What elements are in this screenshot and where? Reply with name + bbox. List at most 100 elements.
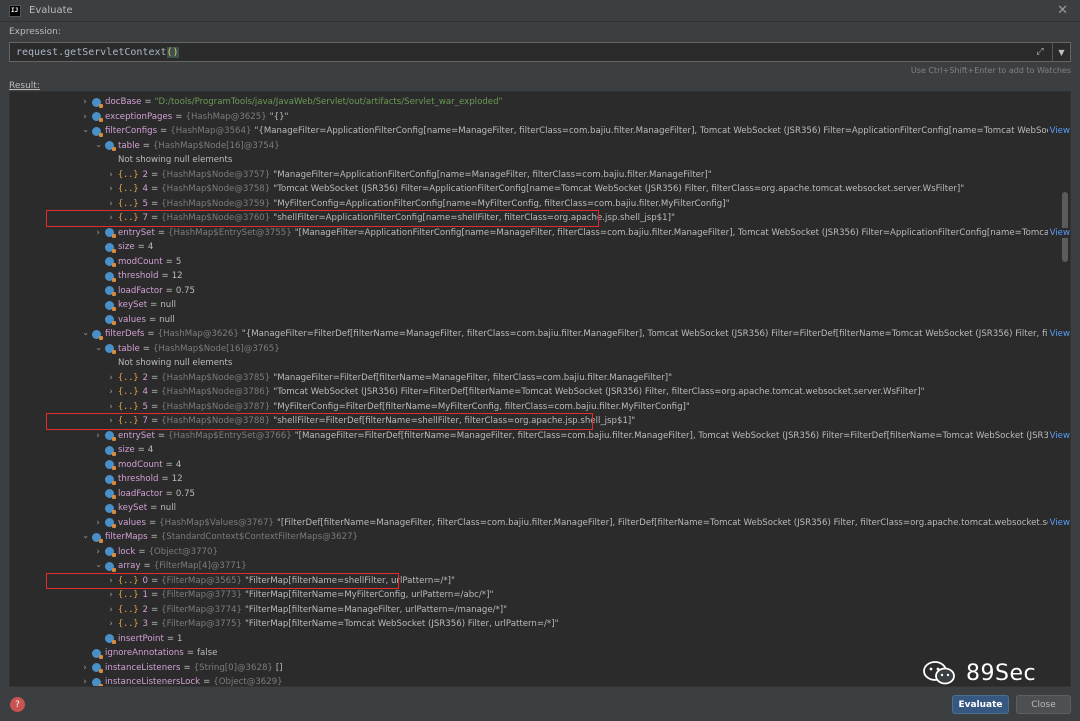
tree-node-type: {Object@3629} bbox=[213, 677, 283, 687]
view-link[interactable]: View bbox=[1047, 430, 1070, 441]
chevron-right-icon[interactable]: › bbox=[106, 373, 116, 383]
evaluate-button[interactable]: Evaluate bbox=[952, 695, 1009, 714]
chevron-down-icon[interactable]: ▼ bbox=[1052, 43, 1070, 61]
tree-row[interactable]: threshold = 12 bbox=[10, 269, 1070, 284]
tree-row[interactable]: › exceptionPages = {HashMap@3625} "{}" bbox=[10, 110, 1070, 125]
chevron-right-icon[interactable]: › bbox=[80, 112, 90, 122]
tree-row[interactable]: › {..} 1 = {FilterMap@3773} "FilterMap[filter… bbox=[10, 588, 1070, 603]
tree-node-name: filterDefs bbox=[105, 329, 145, 340]
tree-node-name: 2 bbox=[142, 604, 148, 615]
tree-row[interactable]: Not showing null elements bbox=[10, 153, 1070, 168]
chevron-right-icon[interactable]: › bbox=[93, 431, 103, 441]
tree-row[interactable]: › {..} 5 = {HashMap$Node@3759} "MyFilterConfi… bbox=[10, 197, 1070, 212]
view-link[interactable]: View bbox=[1047, 517, 1070, 528]
chevron-right-icon[interactable]: › bbox=[80, 329, 90, 339]
tree-row[interactable]: insertPoint = 1 bbox=[10, 632, 1070, 647]
tree-row[interactable]: › {..} 3 = {FilterMap@3775} "FilterMap[filter… bbox=[10, 617, 1070, 632]
chevron-right-icon[interactable]: › bbox=[106, 605, 116, 615]
tree-row[interactable]: › {..} 2 = {FilterMap@3774} "FilterMap[filter… bbox=[10, 603, 1070, 618]
tree-row[interactable]: › docBase = "D:/tools/ProgramTools/java/Jav… bbox=[10, 95, 1070, 110]
tree-node-name: 5 bbox=[142, 401, 148, 412]
chevron-right-icon[interactable]: › bbox=[93, 228, 103, 238]
chevron-right-icon[interactable]: › bbox=[106, 184, 116, 194]
chevron-right-icon[interactable]: › bbox=[80, 677, 90, 686]
help-icon[interactable]: ? bbox=[10, 697, 25, 712]
close-button[interactable]: Close bbox=[1016, 695, 1071, 714]
view-link[interactable]: View bbox=[1047, 329, 1070, 340]
tree-row[interactable]: › {..} 4 = {HashMap$Node@3786} "Tomcat WebSoc… bbox=[10, 385, 1070, 400]
tree-row[interactable]: › table = {HashMap$Node[16]@3754} bbox=[10, 139, 1070, 154]
tree-row[interactable]: › {..} 2 = {HashMap$Node@3757} "ManageFilter=… bbox=[10, 168, 1070, 183]
equals-sign: = bbox=[183, 662, 191, 673]
expression-input[interactable]: request.getServletContext() bbox=[10, 46, 1032, 58]
tree-row[interactable]: › {..} 5 = {HashMap$Node@3787} "MyFilterConfi… bbox=[10, 400, 1070, 415]
chevron-right-icon[interactable]: › bbox=[80, 126, 90, 136]
tree-row[interactable]: modCount = 4 bbox=[10, 458, 1070, 473]
tree-row[interactable]: › array = {FilterMap[4]@3771} bbox=[10, 559, 1070, 574]
field-icon bbox=[92, 663, 103, 674]
tree-row[interactable]: keySet = null bbox=[10, 298, 1070, 313]
tree-row[interactable]: values = null bbox=[10, 313, 1070, 328]
tree-row[interactable]: › filterDefs = {HashMap@3626} "{ManageFilter… bbox=[10, 327, 1070, 342]
chevron-right-icon[interactable]: › bbox=[93, 141, 103, 151]
chevron-right-icon[interactable]: › bbox=[80, 663, 90, 673]
chevron-right-icon[interactable]: › bbox=[93, 561, 103, 571]
chevron-right-icon[interactable]: › bbox=[106, 402, 116, 412]
tree-row[interactable]: › instanceListenersLock = {Object@3629} bbox=[10, 675, 1070, 687]
tree-node-name: instanceListenersLock bbox=[105, 677, 201, 687]
chevron-right-icon[interactable]: › bbox=[93, 344, 103, 354]
close-icon[interactable]: ✕ bbox=[1057, 3, 1068, 18]
tree-row[interactable]: ignoreAnnotations = false bbox=[10, 646, 1070, 661]
expand-icon[interactable]: ⤢ bbox=[1032, 44, 1048, 60]
tree-node-name: lock bbox=[118, 546, 136, 557]
expression-text: request.getServletContext bbox=[16, 46, 167, 58]
tree-node-value: "MyFilterConfig=ApplicationFilterConfig[… bbox=[273, 198, 730, 209]
chevron-right-icon[interactable]: › bbox=[106, 170, 116, 180]
view-link[interactable]: View bbox=[1047, 126, 1070, 137]
tree-row[interactable]: modCount = 5 bbox=[10, 255, 1070, 270]
tree-node-name: table bbox=[118, 343, 140, 354]
tree-node-value: 0.75 bbox=[175, 285, 196, 296]
tree-node-type: {StandardContext$ContextFilterMaps@3627} bbox=[160, 532, 359, 543]
title-bar: IJ Evaluate ✕ bbox=[0, 0, 1080, 22]
tree-row[interactable]: › {..} 4 = {HashMap$Node@3758} "Tomcat WebSoc… bbox=[10, 182, 1070, 197]
tree-row[interactable]: keySet = null bbox=[10, 501, 1070, 516]
chevron-right-icon[interactable]: › bbox=[80, 97, 90, 107]
chevron-right-icon[interactable]: › bbox=[93, 547, 103, 557]
tree-row[interactable]: loadFactor = 0.75 bbox=[10, 487, 1070, 502]
equals-sign: = bbox=[137, 242, 145, 253]
tree-row[interactable]: threshold = 12 bbox=[10, 472, 1070, 487]
field-icon bbox=[92, 648, 103, 659]
tree-row[interactable]: › {..} 2 = {HashMap$Node@3785} "ManageFilter=… bbox=[10, 371, 1070, 386]
equals-sign: = bbox=[150, 401, 159, 412]
chevron-right-icon[interactable]: › bbox=[80, 532, 90, 542]
chevron-right-icon[interactable]: › bbox=[106, 590, 116, 600]
chevron-right-icon[interactable]: › bbox=[106, 199, 116, 209]
chevron-right-icon[interactable]: › bbox=[106, 387, 116, 397]
tree-row[interactable]: size = 4 bbox=[10, 240, 1070, 255]
equals-sign: = bbox=[150, 169, 159, 180]
tree-row[interactable]: › filterConfigs = {HashMap@3564} "{ManageFil… bbox=[10, 124, 1070, 139]
tree-row[interactable]: › values = {HashMap$Values@3767} "[FilterDef… bbox=[10, 516, 1070, 531]
view-link[interactable]: View bbox=[1047, 227, 1070, 238]
tree-row[interactable]: › entrySet = {HashMap$EntrySet@3766} "[Manag… bbox=[10, 429, 1070, 444]
tree-row[interactable]: › instanceListeners = {String[0]@3628}[] bbox=[10, 661, 1070, 676]
tree-node-value: [] bbox=[275, 662, 283, 673]
tree-row[interactable]: › filterMaps = {StandardContext$ContextFilt… bbox=[10, 530, 1070, 545]
expression-field[interactable]: request.getServletContext() ⤢ ▼ bbox=[9, 42, 1071, 62]
tree-row[interactable]: loadFactor = 0.75 bbox=[10, 284, 1070, 299]
equals-sign: = bbox=[150, 503, 158, 514]
tree-node-name: 5 bbox=[142, 198, 148, 209]
tree-row[interactable]: › lock = {Object@3770} bbox=[10, 545, 1070, 560]
result-tree[interactable]: › docBase = "D:/tools/ProgramTools/java/Jav… bbox=[9, 91, 1071, 687]
tree-row[interactable]: › table = {HashMap$Node[16]@3765} bbox=[10, 342, 1070, 357]
dialog-footer: ? Evaluate Close bbox=[0, 690, 1080, 721]
chevron-right-icon[interactable]: › bbox=[93, 518, 103, 528]
tree-node-value: "FilterMap[filterName=Tomcat WebSocket (… bbox=[244, 619, 559, 630]
field-icon bbox=[105, 547, 116, 558]
tree-row[interactable]: size = 4 bbox=[10, 443, 1070, 458]
chevron-right-icon[interactable]: › bbox=[106, 619, 116, 629]
tree-row[interactable]: Not showing null elements bbox=[10, 356, 1070, 371]
tree-row[interactable]: › entrySet = {HashMap$EntrySet@3755} "[Manag… bbox=[10, 226, 1070, 241]
tree-node-name: size bbox=[118, 242, 135, 253]
